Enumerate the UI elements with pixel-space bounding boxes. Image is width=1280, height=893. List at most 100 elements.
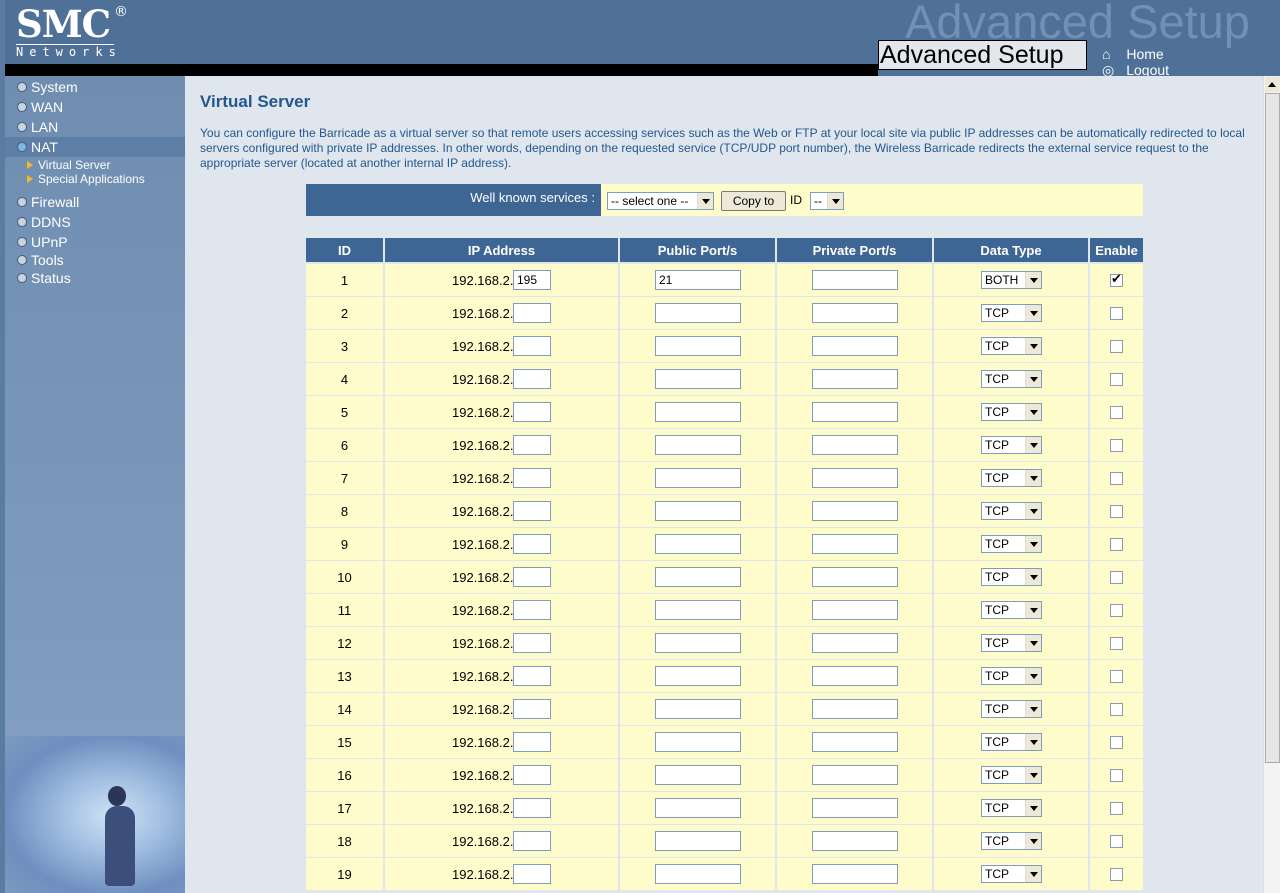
public-port-input[interactable] xyxy=(655,336,741,356)
ip-last-octet-input[interactable] xyxy=(513,501,551,521)
data-type-select[interactable]: TCP xyxy=(981,601,1042,619)
enable-checkbox[interactable] xyxy=(1110,538,1123,551)
public-port-input[interactable] xyxy=(655,600,741,620)
public-port-input[interactable] xyxy=(655,765,741,785)
data-type-select[interactable]: TCP xyxy=(981,403,1042,421)
id-select[interactable]: -- xyxy=(810,192,844,210)
data-type-select[interactable]: TCP xyxy=(981,799,1042,817)
data-type-select[interactable]: TCP xyxy=(981,568,1042,586)
enable-checkbox[interactable] xyxy=(1110,703,1123,716)
sidebar-item-firewall[interactable]: Firewall xyxy=(17,192,79,212)
enable-checkbox[interactable] xyxy=(1110,472,1123,485)
private-port-input[interactable] xyxy=(812,798,898,818)
private-port-input[interactable] xyxy=(812,633,898,653)
ip-last-octet-input[interactable] xyxy=(513,765,551,785)
private-port-input[interactable] xyxy=(812,732,898,752)
private-port-input[interactable] xyxy=(812,600,898,620)
private-port-input[interactable] xyxy=(812,666,898,686)
enable-checkbox[interactable] xyxy=(1110,505,1123,518)
data-type-select[interactable]: TCP xyxy=(981,436,1042,454)
sidebar-subitem-special-applications[interactable]: Special Applications xyxy=(27,172,145,186)
private-port-input[interactable] xyxy=(812,765,898,785)
enable-checkbox[interactable] xyxy=(1110,272,1123,287)
ip-last-octet-input[interactable] xyxy=(513,666,551,686)
sidebar-subitem-virtual-server[interactable]: Virtual Server xyxy=(27,158,110,172)
data-type-select[interactable]: TCP xyxy=(981,502,1042,520)
data-type-select[interactable]: TCP xyxy=(981,667,1042,685)
data-type-select[interactable]: TCP xyxy=(981,865,1042,883)
ip-last-octet-input[interactable] xyxy=(513,303,551,323)
enable-checkbox[interactable] xyxy=(1110,340,1123,353)
public-port-input[interactable] xyxy=(655,567,741,587)
public-port-input[interactable] xyxy=(655,699,741,719)
data-type-select[interactable]: TCP xyxy=(981,337,1042,355)
sidebar-item-nat[interactable]: NAT xyxy=(5,137,185,157)
public-port-input[interactable] xyxy=(655,369,741,389)
public-port-input[interactable] xyxy=(655,798,741,818)
public-port-input[interactable] xyxy=(655,303,741,323)
sidebar-item-wan[interactable]: WAN xyxy=(17,97,63,117)
sidebar-item-lan[interactable]: LAN xyxy=(17,117,58,137)
public-port-input[interactable] xyxy=(655,666,741,686)
public-port-input[interactable] xyxy=(655,732,741,752)
enable-checkbox[interactable] xyxy=(1110,571,1123,584)
private-port-input[interactable] xyxy=(812,303,898,323)
ip-last-octet-input[interactable] xyxy=(513,699,551,719)
ip-last-octet-input[interactable] xyxy=(513,633,551,653)
public-port-input[interactable] xyxy=(655,402,741,422)
home-link[interactable]: ⌂ Home xyxy=(1102,46,1176,62)
private-port-input[interactable] xyxy=(812,369,898,389)
data-type-select[interactable]: TCP xyxy=(981,733,1042,751)
private-port-input[interactable] xyxy=(812,567,898,587)
data-type-select[interactable]: TCP xyxy=(981,700,1042,718)
public-port-input[interactable] xyxy=(655,501,741,521)
ip-last-octet-input[interactable] xyxy=(513,831,551,851)
private-port-input[interactable] xyxy=(812,468,898,488)
ip-last-octet-input[interactable] xyxy=(513,798,551,818)
ip-last-octet-input[interactable] xyxy=(513,369,551,389)
ip-last-octet-input[interactable] xyxy=(513,435,551,455)
ip-last-octet-input[interactable] xyxy=(513,534,551,554)
well-known-services-select[interactable]: -- select one -- xyxy=(607,192,714,210)
data-type-select[interactable]: TCP xyxy=(981,766,1042,784)
private-port-input[interactable] xyxy=(812,534,898,554)
sidebar-item-ddns[interactable]: DDNS xyxy=(17,212,71,232)
enable-checkbox[interactable] xyxy=(1110,307,1123,320)
sidebar-item-tools[interactable]: Tools xyxy=(17,250,64,270)
data-type-select[interactable]: TCP xyxy=(981,634,1042,652)
public-port-input[interactable]: 21 xyxy=(655,270,741,290)
data-type-select[interactable]: TCP xyxy=(981,832,1042,850)
sidebar-item-status[interactable]: Status xyxy=(17,268,71,288)
enable-checkbox[interactable] xyxy=(1110,406,1123,419)
public-port-input[interactable] xyxy=(655,435,741,455)
ip-last-octet-input[interactable] xyxy=(513,402,551,422)
enable-checkbox[interactable] xyxy=(1110,439,1123,452)
private-port-input[interactable] xyxy=(812,831,898,851)
public-port-input[interactable] xyxy=(655,864,741,884)
sidebar-item-system[interactable]: System xyxy=(17,77,78,97)
enable-checkbox[interactable] xyxy=(1110,769,1123,782)
enable-checkbox[interactable] xyxy=(1110,736,1123,749)
private-port-input[interactable] xyxy=(812,864,898,884)
data-type-select[interactable]: BOTH xyxy=(981,271,1042,289)
private-port-input[interactable] xyxy=(812,501,898,521)
enable-checkbox[interactable] xyxy=(1110,373,1123,386)
enable-checkbox[interactable] xyxy=(1110,670,1123,683)
enable-checkbox[interactable] xyxy=(1110,637,1123,650)
public-port-input[interactable] xyxy=(655,534,741,554)
ip-last-octet-input[interactable] xyxy=(513,864,551,884)
ip-last-octet-input[interactable] xyxy=(513,567,551,587)
public-port-input[interactable] xyxy=(655,831,741,851)
ip-last-octet-input[interactable] xyxy=(513,468,551,488)
enable-checkbox[interactable] xyxy=(1110,868,1123,881)
private-port-input[interactable] xyxy=(812,435,898,455)
ip-last-octet-input[interactable]: 195 xyxy=(513,270,551,290)
public-port-input[interactable] xyxy=(655,468,741,488)
data-type-select[interactable]: TCP xyxy=(981,535,1042,553)
private-port-input[interactable] xyxy=(812,270,898,290)
enable-checkbox[interactable] xyxy=(1110,604,1123,617)
ip-last-octet-input[interactable] xyxy=(513,600,551,620)
ip-last-octet-input[interactable] xyxy=(513,336,551,356)
data-type-select[interactable]: TCP xyxy=(981,304,1042,322)
data-type-select[interactable]: TCP xyxy=(981,469,1042,487)
